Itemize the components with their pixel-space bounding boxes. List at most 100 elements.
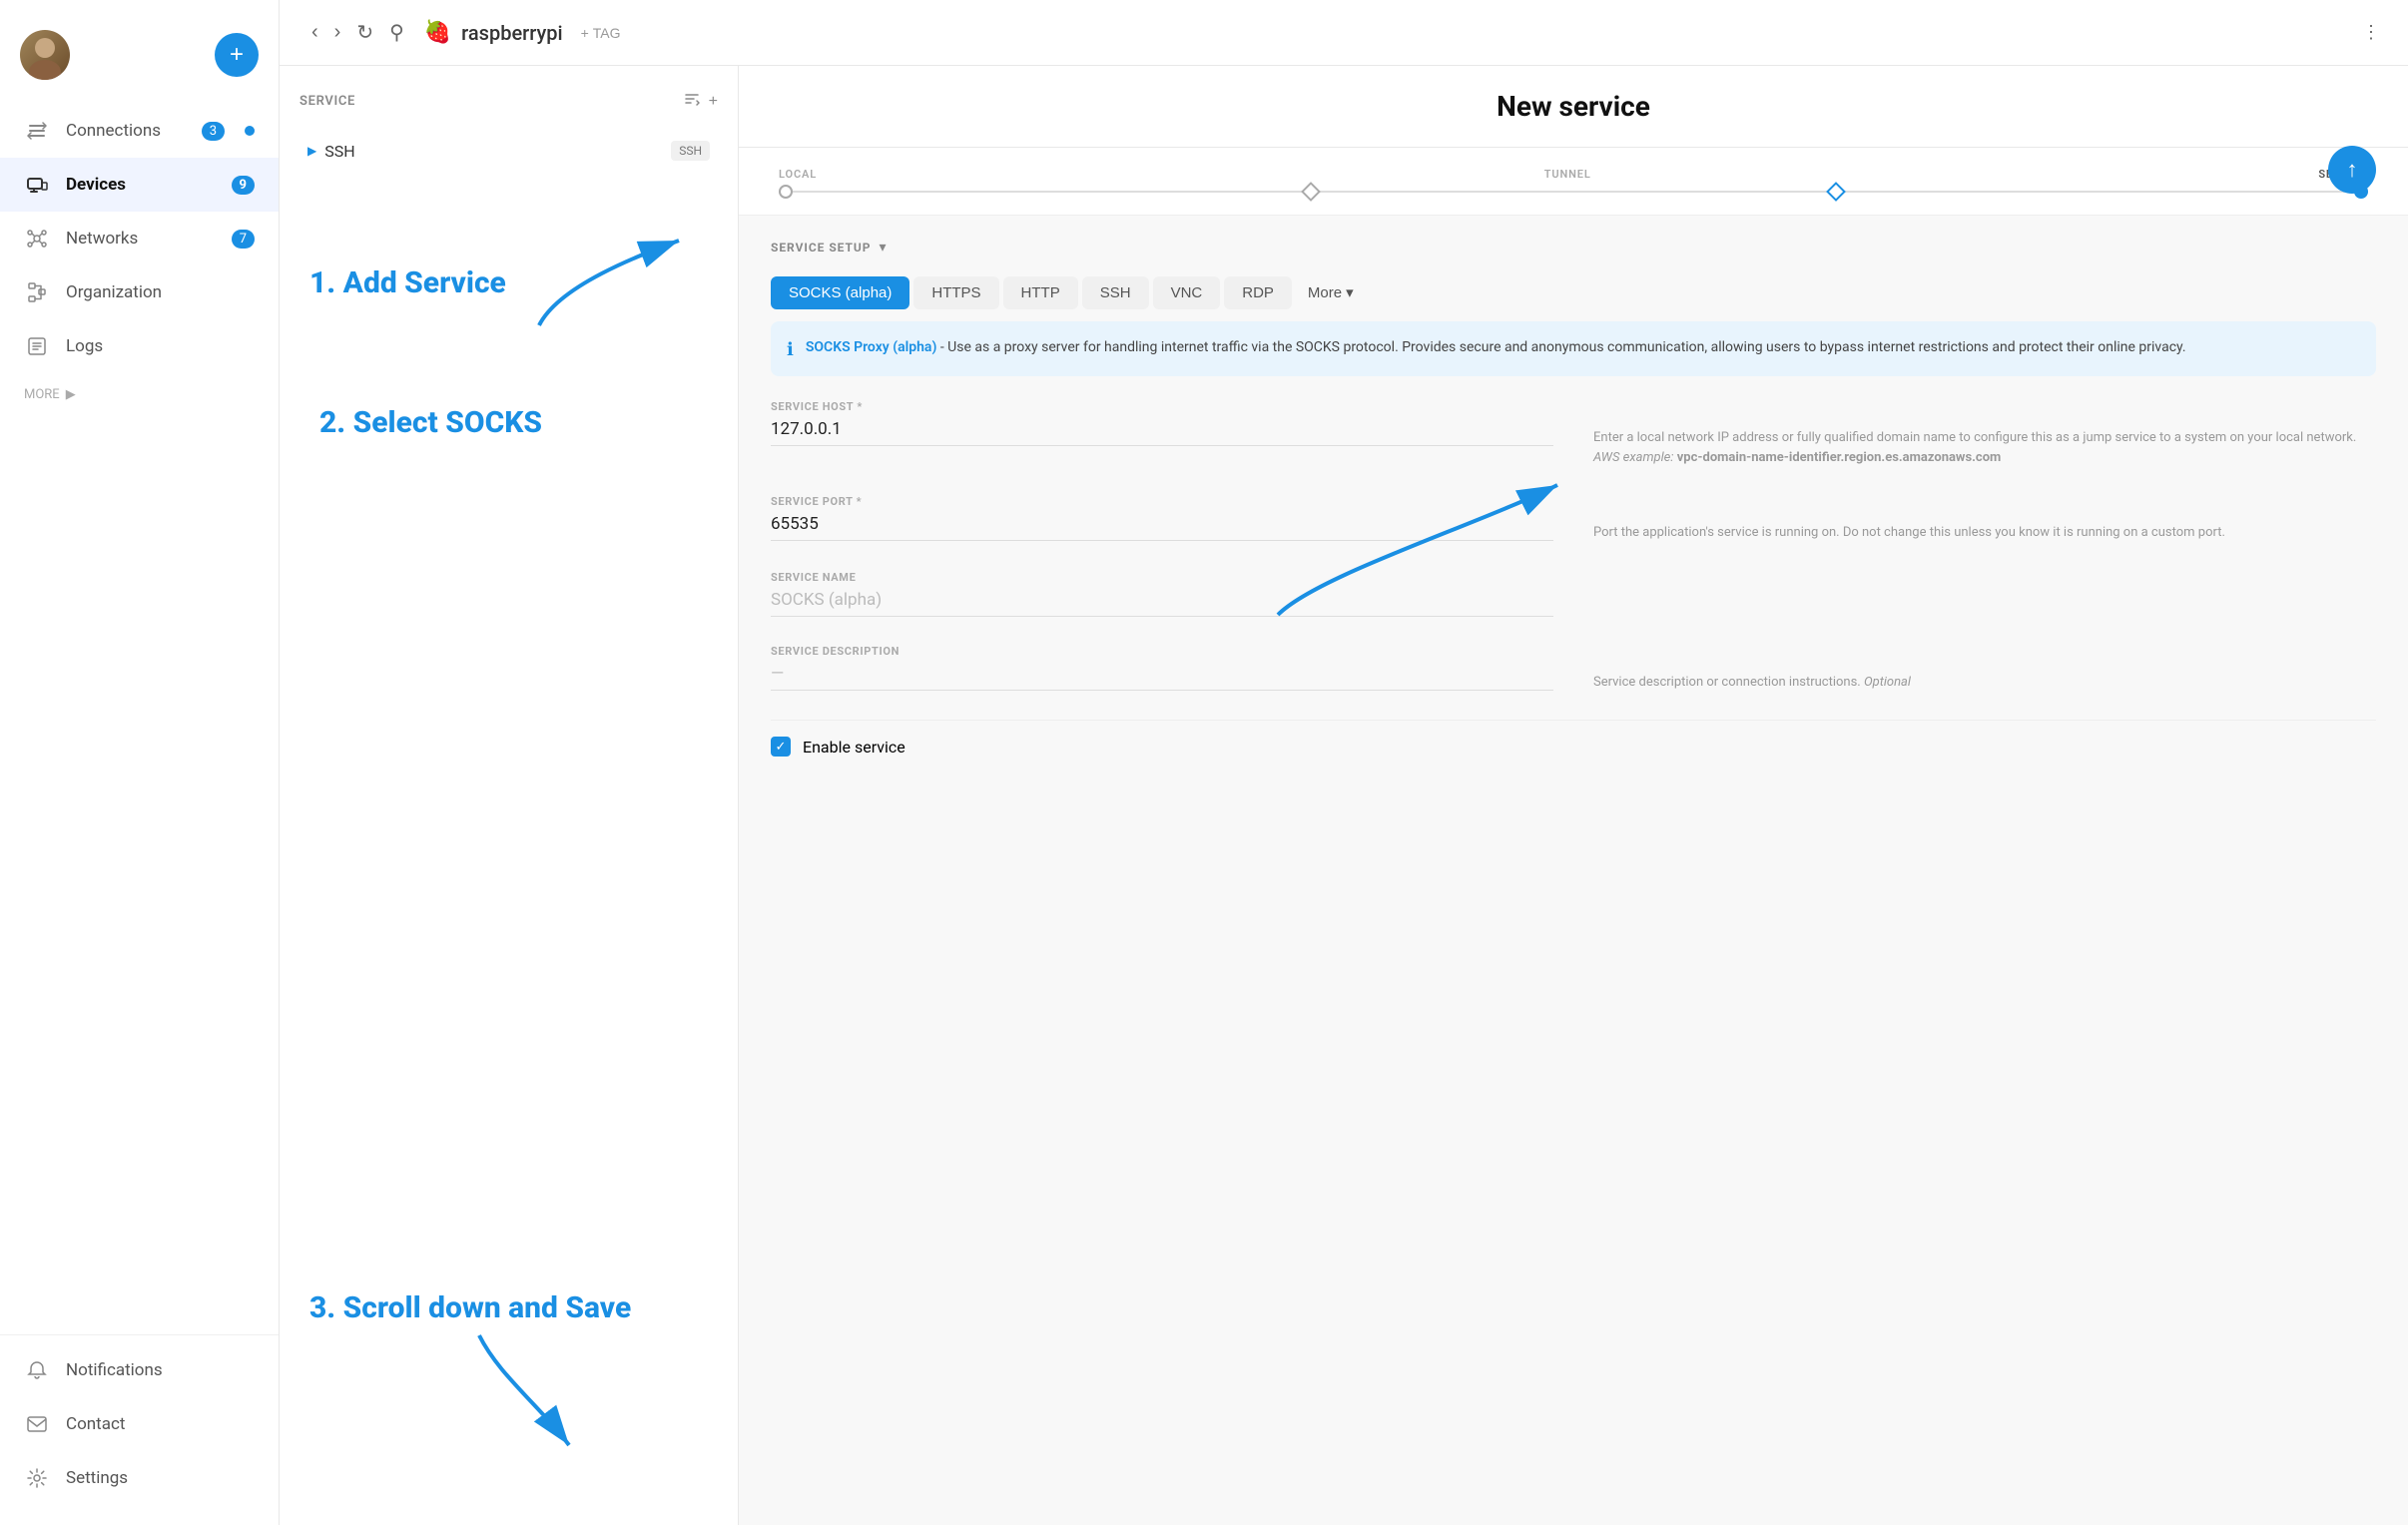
service-host-row: SERVICE HOST * 127.0.0.1 Enter a local n…	[771, 400, 2376, 467]
tab-rdp[interactable]: RDP	[1224, 276, 1292, 309]
section-title: SERVICE	[300, 94, 355, 109]
sidebar-item-settings[interactable]: Settings	[0, 1451, 279, 1505]
sidebar-item-networks[interactable]: Networks 7	[0, 212, 279, 265]
progress-dot-tunnel	[1301, 182, 1321, 202]
enable-service-row: ✓ Enable service	[771, 720, 2376, 772]
service-host-value[interactable]: 127.0.0.1	[771, 419, 1553, 446]
main-area: ‹ › ↻ ⚲ 🍓 raspberrypi + TAG ⋮ SERVICE	[280, 0, 2408, 1525]
sidebar-item-label-organization: Organization	[66, 282, 255, 302]
progress-dot-service-left	[1826, 182, 1846, 202]
service-arrow-icon: ▶	[307, 144, 316, 158]
more-section[interactable]: MORE ▶	[0, 373, 279, 416]
service-content: SERVICE SETUP ▾ SOCKS (alpha) HTTPS HTTP…	[739, 216, 2408, 796]
tab-http[interactable]: HTTP	[1003, 276, 1078, 309]
step2-text: 2. Select SOCKS	[319, 405, 542, 440]
avatar	[20, 30, 70, 80]
info-icon: ℹ	[787, 339, 794, 360]
search-button[interactable]: ⚲	[385, 16, 408, 49]
add-button[interactable]: +	[215, 33, 259, 77]
enable-service-checkbox[interactable]: ✓	[771, 737, 791, 757]
arrows-icon	[24, 118, 50, 144]
sidebar-item-organization[interactable]: Organization	[0, 265, 279, 319]
annotation-step3: 3. Scroll down and Save	[309, 1290, 631, 1325]
local-label: LOCAL	[779, 168, 817, 181]
service-setup-header: SERVICE SETUP ▾	[771, 240, 2376, 255]
sidebar-item-connections[interactable]: Connections 3	[0, 104, 279, 158]
device-title: raspberrypi	[461, 21, 562, 45]
service-port-row: SERVICE PORT * 65535 Port the applicatio…	[771, 495, 2376, 543]
service-host-label: SERVICE HOST *	[771, 400, 1553, 413]
setup-chevron-icon[interactable]: ▾	[879, 240, 886, 255]
service-port-value[interactable]: 65535	[771, 514, 1553, 541]
service-description-help: Service description or connection instru…	[1593, 645, 2376, 693]
sidebar-item-logs[interactable]: Logs	[0, 319, 279, 373]
tab-vnc[interactable]: VNC	[1153, 276, 1221, 309]
more-protocols-button[interactable]: More ▾	[1296, 275, 1366, 309]
sidebar-item-contact[interactable]: Contact	[0, 1397, 279, 1451]
service-description-field: SERVICE DESCRIPTION —	[771, 645, 1553, 693]
avatar-image	[20, 30, 70, 80]
list-item[interactable]: ▶ SSH SSH	[300, 129, 718, 173]
forward-button[interactable]: ›	[330, 17, 345, 48]
connections-badge: 3	[202, 122, 225, 141]
bell-icon	[24, 1357, 50, 1383]
sidebar-item-label-contact: Contact	[66, 1414, 255, 1434]
sidebar-item-label-networks: Networks	[66, 229, 216, 249]
progress-track	[779, 189, 2368, 195]
device-name-section: 🍓 raspberrypi + TAG	[424, 20, 621, 45]
logs-icon	[24, 333, 50, 359]
sidebar-bottom: Notifications Contact Settings	[0, 1334, 279, 1505]
aws-example-label: AWS example:	[1593, 450, 1673, 465]
connections-dot	[245, 126, 255, 136]
info-description: - Use as a proxy server for handling int…	[936, 339, 2185, 355]
refresh-button[interactable]: ↻	[352, 16, 377, 49]
contact-icon	[24, 1411, 50, 1437]
networks-badge: 7	[232, 230, 255, 249]
annotation-step2: 2. Select SOCKS	[319, 405, 542, 440]
protocol-tabs: SOCKS (alpha) HTTPS HTTP SSH VNC RDP Mor…	[771, 275, 2376, 309]
service-name-value[interactable]: SOCKS (alpha)	[771, 590, 1553, 617]
enable-service-label: Enable service	[803, 738, 905, 757]
service-description-value[interactable]: —	[771, 664, 1553, 691]
sidebar-item-label-logs: Logs	[66, 336, 255, 356]
sidebar-item-devices[interactable]: Devices 9	[0, 158, 279, 212]
new-service-panel: New service ↑ LOCAL TUNNEL SERVICE	[739, 66, 2408, 1525]
optional-label: Optional	[1864, 675, 1911, 690]
more-label: MORE	[24, 387, 60, 402]
tag-button[interactable]: + TAG	[581, 25, 621, 41]
tab-socks[interactable]: SOCKS (alpha)	[771, 276, 909, 309]
sidebar-item-label-notifications: Notifications	[66, 1360, 255, 1380]
org-icon	[24, 279, 50, 305]
sidebar: + Connections 3 Devices 9	[0, 0, 280, 1525]
new-service-header: New service	[739, 66, 2408, 148]
service-name-row: SERVICE NAME SOCKS (alpha)	[771, 571, 2376, 617]
info-title: SOCKS Proxy (alpha)	[806, 339, 937, 355]
more-protocols-chevron: ▾	[1346, 283, 1354, 301]
device-panel: SERVICE + ▶ SSH SSH 1. Ad	[280, 66, 739, 1525]
service-name-field: SERVICE NAME SOCKS (alpha)	[771, 571, 1553, 617]
arrow-step3	[439, 1325, 639, 1465]
service-type-badge: SSH	[671, 141, 710, 161]
progress-dots	[779, 185, 2368, 199]
sidebar-item-label-devices: Devices	[66, 175, 216, 195]
upload-button[interactable]: ↑	[2328, 146, 2376, 194]
back-button[interactable]: ‹	[307, 17, 322, 48]
new-service-title: New service	[771, 90, 2376, 123]
sidebar-item-label-connections: Connections	[66, 121, 186, 141]
more-options-icon[interactable]: ⋮	[2362, 22, 2380, 43]
service-name: SSH	[324, 142, 663, 161]
sidebar-item-notifications[interactable]: Notifications	[0, 1343, 279, 1397]
content-area: SERVICE + ▶ SSH SSH 1. Ad	[280, 66, 2408, 1525]
service-port-help: Port the application's service is runnin…	[1593, 495, 2376, 543]
raspberry-icon: 🍓	[424, 20, 451, 45]
service-host-help: Enter a local network IP address or full…	[1593, 400, 2376, 467]
step3-text: 3. Scroll down and Save	[309, 1290, 631, 1325]
sidebar-top: +	[0, 20, 279, 104]
tab-ssh[interactable]: SSH	[1082, 276, 1149, 309]
sort-button[interactable]	[683, 90, 701, 113]
service-port-label: SERVICE PORT *	[771, 495, 1553, 508]
add-service-button[interactable]: +	[709, 90, 718, 113]
tab-https[interactable]: HTTPS	[913, 276, 998, 309]
service-name-help	[1593, 571, 2376, 617]
topbar: ‹ › ↻ ⚲ 🍓 raspberrypi + TAG ⋮	[280, 0, 2408, 66]
